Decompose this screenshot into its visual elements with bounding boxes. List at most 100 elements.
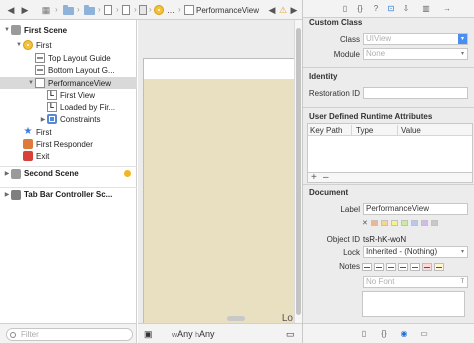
outline-item-performance-view[interactable]: ▼ PerformanceView	[0, 77, 137, 89]
color-swatch[interactable]	[370, 220, 378, 226]
color-swatch[interactable]	[400, 220, 408, 226]
text-color-icon[interactable]	[422, 263, 432, 271]
library-bar: ▯ {} ◉ ▭	[303, 323, 474, 343]
identity-inspector-tab[interactable]: ⊡	[386, 4, 396, 14]
help-tab[interactable]: ?	[371, 4, 381, 14]
color-swatch[interactable]	[380, 220, 388, 226]
media-library-icon[interactable]: ▭	[419, 329, 429, 339]
forward-arrow-icon[interactable]: ▶	[20, 4, 30, 16]
outline-item-label: First	[36, 127, 52, 137]
outline-item-loaded-label[interactable]: L Loaded by Fir...	[0, 101, 137, 113]
outline-item-constraints[interactable]: ▶ Constraints	[0, 113, 137, 125]
layout-icon[interactable]: ▭	[286, 329, 295, 340]
label-icon: L	[47, 102, 57, 112]
align-natural-icon[interactable]	[410, 263, 420, 271]
outline-item-label: Exit	[36, 151, 50, 161]
disclosure-triangle-icon[interactable]: ▶	[3, 170, 11, 177]
scene-icon[interactable]	[139, 5, 147, 15]
column-key-path[interactable]: Key Path	[310, 126, 342, 135]
outline-item-first-view-label[interactable]: L First View	[0, 89, 137, 101]
module-field[interactable]: None ▾	[363, 48, 468, 60]
code-snippet-icon[interactable]: {}	[379, 329, 389, 339]
align-left-icon[interactable]	[362, 263, 372, 271]
previous-issue-icon[interactable]: ◀	[267, 4, 277, 16]
color-swatch[interactable]	[430, 220, 438, 226]
object-id-value: tsR-hK-woN	[363, 235, 407, 244]
performance-view-preview[interactable]: Lo	[144, 79, 294, 323]
attributes-inspector-tab[interactable]: ⇩	[401, 4, 411, 14]
separator-icon: ›	[77, 5, 80, 14]
module-dropdown-icon[interactable]: ▾	[458, 49, 467, 59]
outline-item-bottom-layout-guide[interactable]: Bottom Layout G...	[0, 64, 137, 76]
column-value[interactable]: Value	[401, 126, 421, 135]
storyboard-canvas[interactable]: Lo	[138, 20, 294, 323]
lock-popup[interactable]: Inherited - (Nothing) ▾	[363, 246, 468, 258]
disclosure-triangle-icon[interactable]: ▶	[39, 116, 47, 123]
outline-item-tab-bar-scene[interactable]: ▶ Tab Bar Controller Sc...	[0, 187, 137, 201]
class-dropdown-icon[interactable]: ▾	[458, 34, 467, 44]
outline-item-top-layout-guide[interactable]: Top Layout Guide	[0, 52, 137, 64]
size-inspector-tab[interactable]: ▥	[421, 4, 431, 14]
background-color-icon[interactable]	[434, 263, 444, 271]
outline-item-first-responder[interactable]: First Responder	[0, 138, 137, 150]
document-label-field[interactable]: PerformanceView	[363, 203, 468, 215]
canvas-horizontal-scroll[interactable]	[227, 316, 245, 321]
back-arrow-icon[interactable]: ◀	[6, 4, 16, 16]
storyboard-icon[interactable]	[122, 5, 130, 15]
outline-item-first-scene[interactable]: ▼ First Scene	[0, 24, 137, 36]
outline-item-first-controller[interactable]: ▼ First	[0, 39, 137, 51]
align-justify-icon[interactable]	[398, 263, 408, 271]
disclosure-triangle-icon[interactable]: ▼	[27, 80, 35, 86]
view-controller-icon[interactable]	[154, 5, 164, 15]
disclosure-triangle-icon[interactable]: ▼	[15, 42, 23, 48]
disclosure-triangle-icon[interactable]: ▼	[3, 27, 11, 33]
ellipsis-button[interactable]: ...	[166, 4, 176, 16]
runtime-attributes-table[interactable]: Key Path Type Value	[307, 123, 473, 173]
warning-icon[interactable]: ⚠	[278, 4, 288, 16]
outline-item-exit[interactable]: Exit	[0, 150, 137, 162]
folder-icon[interactable]	[63, 5, 74, 15]
font-picker-icon[interactable]: T	[458, 277, 467, 287]
outline-item-label: Tab Bar Controller Sc...	[24, 190, 113, 199]
connections-inspector-tab[interactable]: →	[442, 4, 452, 14]
related-items-icon[interactable]: ▦	[40, 4, 52, 16]
scene-device-frame[interactable]: Lo	[143, 58, 294, 323]
restoration-id-field[interactable]	[363, 87, 468, 99]
folder-icon[interactable]	[84, 5, 95, 15]
filter-input[interactable]	[6, 328, 133, 341]
outline-item-first-tab-item[interactable]: ★ First	[0, 126, 137, 138]
column-type[interactable]: Type	[356, 126, 373, 135]
add-attribute-button[interactable]: +	[311, 172, 317, 183]
outline-toggle-icon[interactable]: ▣	[144, 329, 153, 340]
file-template-icon[interactable]: ▯	[359, 329, 369, 339]
identity-title: Identity	[309, 72, 338, 81]
align-right-icon[interactable]	[386, 263, 396, 271]
separator-icon: ›	[149, 5, 152, 14]
scroll-thumb[interactable]	[296, 28, 301, 315]
outline-item-label: First View	[60, 90, 95, 100]
color-swatch[interactable]	[420, 220, 428, 226]
outline-item-second-scene[interactable]: ▶ Second Scene	[0, 166, 137, 180]
file-inspector-tab[interactable]: ▯	[340, 4, 350, 14]
object-library-icon[interactable]: ◉	[399, 329, 409, 339]
no-color-icon[interactable]: ✕	[362, 219, 368, 227]
remove-attribute-button[interactable]: –	[323, 172, 329, 183]
section-divider	[303, 184, 474, 185]
quick-help-tab[interactable]: {}	[355, 4, 365, 14]
color-swatch[interactable]	[410, 220, 418, 226]
jumpbar-current-item[interactable]: PerformanceView	[196, 4, 259, 16]
color-swatch[interactable]	[390, 220, 398, 226]
outline-item-label: Second Scene	[24, 169, 79, 178]
notes-text-area[interactable]	[362, 291, 465, 317]
font-field[interactable]: No Font T	[363, 276, 468, 288]
next-issue-icon[interactable]: ▶	[289, 4, 299, 16]
align-center-icon[interactable]	[374, 263, 384, 271]
file-icon[interactable]	[104, 5, 112, 15]
class-field[interactable]: UIView ▾	[363, 33, 468, 45]
canvas-vertical-scrollbar[interactable]	[294, 20, 302, 323]
outline-item-label: First Scene	[24, 25, 68, 35]
lock-dropdown-icon[interactable]: ▾	[458, 247, 467, 257]
star-icon: ★	[23, 126, 33, 137]
size-class-button[interactable]: wAny hAny	[172, 329, 215, 339]
disclosure-triangle-icon[interactable]: ▶	[3, 191, 11, 198]
